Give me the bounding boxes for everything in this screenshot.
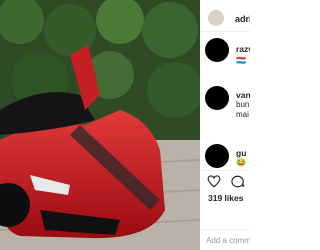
action-bar: [200, 170, 250, 191]
likes-count[interactable]: 319 likes: [208, 193, 243, 203]
add-comment-field[interactable]: Add a comment...: [200, 229, 250, 250]
commenter-name[interactable]: razv: [236, 44, 250, 54]
post-username[interactable]: adri: [235, 14, 250, 24]
commenter-avatar[interactable]: [205, 144, 229, 168]
post-sidebar: adri razv 🇱🇺 van bun mai gu 😂 319 likes …: [200, 0, 250, 250]
commenter-avatar[interactable]: [205, 86, 229, 110]
post-photo: [0, 0, 200, 250]
comment-text: 😂: [236, 158, 246, 167]
add-comment-placeholder[interactable]: Add a comment...: [206, 236, 250, 245]
comment-text: 🇱🇺: [236, 56, 246, 65]
commenter-name[interactable]: gu: [236, 148, 246, 158]
comment-icon[interactable]: [231, 175, 245, 188]
post-header: adri: [200, 0, 250, 30]
comment-text: bun: [236, 100, 250, 109]
heart-icon[interactable]: [207, 175, 221, 188]
commenter-avatar[interactable]: [205, 38, 229, 62]
header-divider: [200, 31, 250, 32]
comment-text-line2: mai: [236, 110, 249, 119]
commenter-name[interactable]: van: [236, 90, 250, 100]
avatar[interactable]: [208, 10, 224, 26]
